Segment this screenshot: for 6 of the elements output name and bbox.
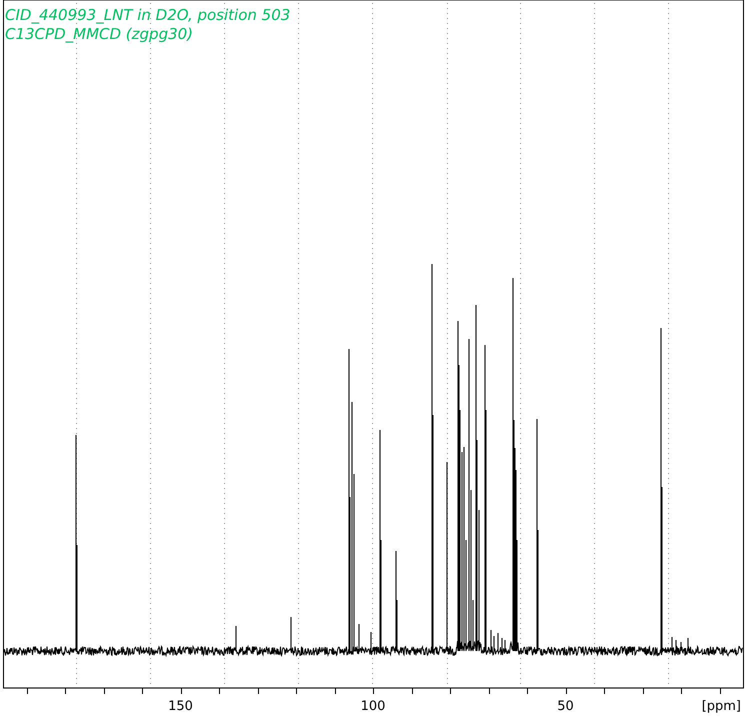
axis-tick-label: 100 [360, 699, 386, 714]
spectrum-title: C13CPD_MMCD (zgpg30) [5, 25, 194, 43]
axis-tick-label: 50 [557, 699, 574, 714]
axis-tick-label: 150 [168, 699, 193, 714]
axis-unit-label: [ppm] [702, 699, 741, 714]
spectrum-title: CID_440993_LNT in D2O, position 503 [5, 6, 290, 24]
